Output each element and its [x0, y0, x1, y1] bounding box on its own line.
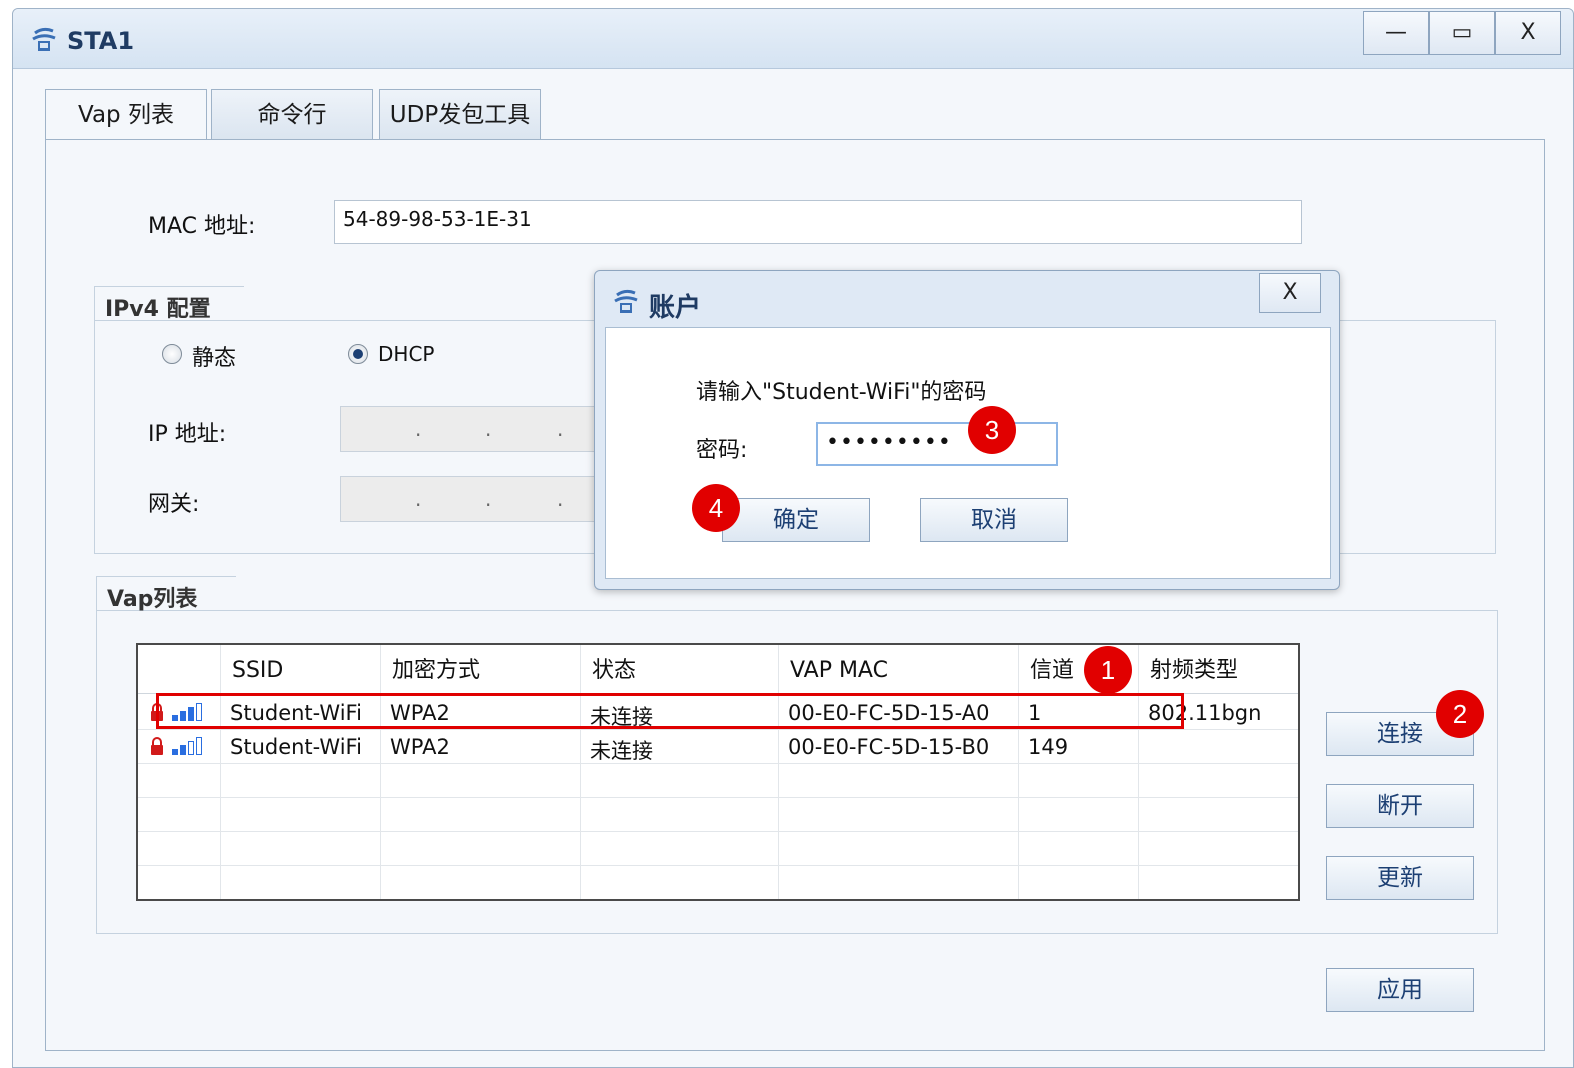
- tab-udp-tool[interactable]: UDP发包工具: [379, 89, 541, 139]
- title-bar: STA1 — ▭ X: [13, 9, 1573, 69]
- annotation-badge-4: 4: [692, 484, 740, 532]
- password-prompt: 请输入"Student-WiFi"的密码: [696, 380, 987, 405]
- sta-app-icon: [614, 289, 638, 313]
- cancel-button[interactable]: 取消: [920, 498, 1068, 542]
- gw-octet-separator: .: [485, 487, 492, 511]
- minimize-button[interactable]: —: [1363, 11, 1429, 55]
- column-header-radio-type[interactable]: 射频类型: [1140, 645, 1238, 693]
- gw-octet-separator: .: [415, 487, 422, 511]
- signal-strength-icon: [172, 737, 202, 755]
- sta-app-icon: [32, 27, 56, 51]
- column-header-encryption[interactable]: 加密方式: [382, 645, 480, 693]
- apply-button[interactable]: 应用: [1326, 968, 1474, 1012]
- mac-label: MAC 地址:: [148, 214, 256, 239]
- tab-command-line[interactable]: 命令行: [211, 89, 373, 139]
- cell-vap-mac: 00-E0-FC-5D-15-B0: [788, 735, 990, 759]
- cell-encryption: WPA2: [390, 735, 450, 759]
- ipv4-group-title: IPv4 配置: [94, 286, 244, 322]
- dialog-close-button[interactable]: X: [1259, 273, 1321, 313]
- column-header-status[interactable]: 状态: [582, 645, 636, 693]
- disconnect-button[interactable]: 断开: [1326, 784, 1474, 828]
- window-title: STA1: [67, 27, 135, 55]
- dhcp-label: DHCP: [378, 342, 435, 366]
- password-field[interactable]: •••••••••: [816, 422, 1058, 466]
- refresh-button[interactable]: 更新: [1326, 856, 1474, 900]
- close-button[interactable]: X: [1495, 11, 1561, 55]
- maximize-button[interactable]: ▭: [1429, 11, 1495, 55]
- dhcp-radio[interactable]: [348, 344, 368, 364]
- column-header-vap-mac[interactable]: VAP MAC: [780, 645, 888, 693]
- column-header-ssid[interactable]: SSID: [222, 645, 283, 693]
- account-dialog: 账户 X 请输入"Student-WiFi"的密码 密码: ••••••••• …: [594, 270, 1340, 590]
- static-radio[interactable]: [162, 344, 182, 364]
- cell-ssid: Student-WiFi: [230, 735, 362, 759]
- ip-address-label: IP 地址:: [148, 422, 227, 447]
- gw-octet-separator: .: [557, 487, 564, 511]
- lock-icon: [151, 737, 163, 755]
- dialog-body: 请输入"Student-WiFi"的密码 密码: ••••••••• 确定 取消: [605, 327, 1331, 579]
- tab-vap-list[interactable]: Vap 列表: [45, 89, 207, 141]
- vap-group-title: Vap列表: [96, 576, 236, 612]
- mac-address-field[interactable]: 54-89-98-53-1E-31: [334, 200, 1302, 244]
- cell-status: 未连接: [590, 739, 653, 763]
- column-header-channel[interactable]: 信道: [1020, 645, 1074, 693]
- annotation-badge-3: 3: [968, 406, 1016, 454]
- static-label: 静态: [192, 346, 237, 371]
- cell-channel: 149: [1028, 735, 1069, 759]
- ip-octet-separator: .: [557, 417, 564, 441]
- selected-row-highlight: [156, 693, 1184, 729]
- annotation-badge-2: 2: [1436, 690, 1484, 738]
- annotation-badge-1: 1: [1084, 646, 1132, 694]
- ok-button[interactable]: 确定: [722, 498, 870, 542]
- ip-octet-separator: .: [415, 417, 422, 441]
- gateway-label: 网关:: [148, 492, 200, 517]
- ip-address-field[interactable]: . . .: [340, 406, 602, 452]
- ip-octet-separator: .: [485, 417, 492, 441]
- gateway-field[interactable]: . . .: [340, 476, 602, 522]
- dialog-title: 账户: [649, 293, 702, 323]
- password-label: 密码:: [696, 438, 748, 463]
